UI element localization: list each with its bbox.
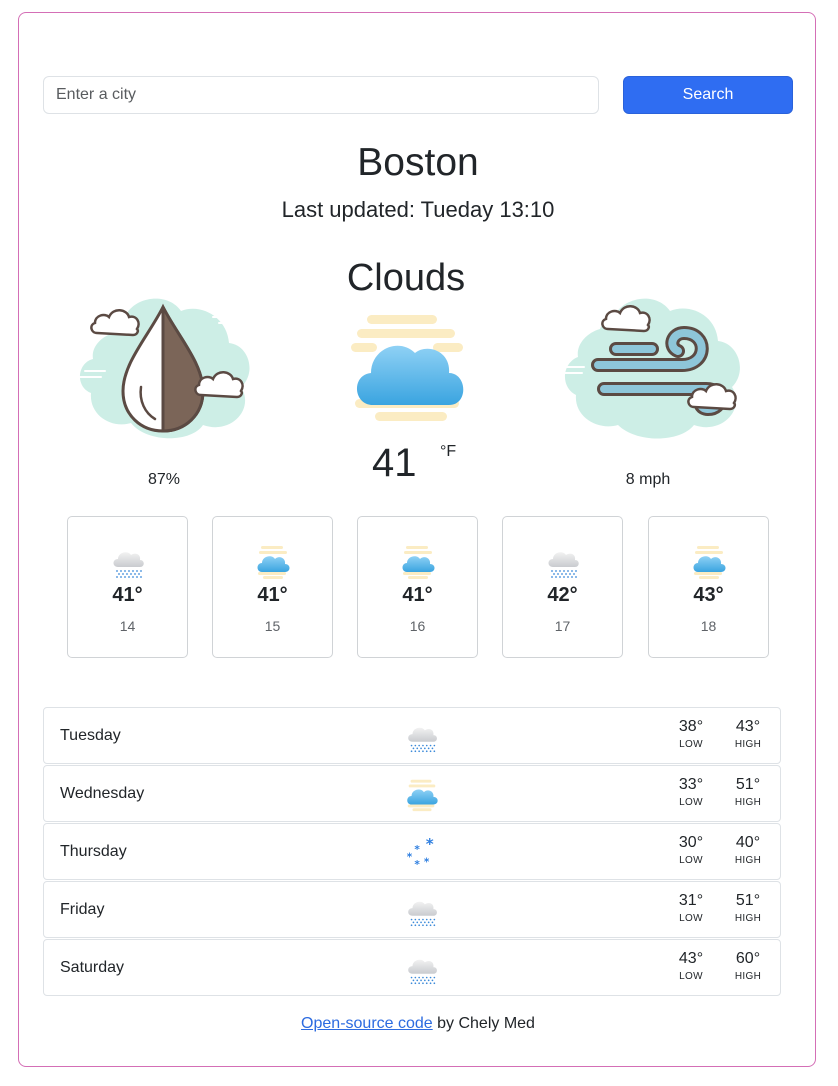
high-temp: 43° HIGH (734, 718, 762, 750)
clouds-icon (253, 542, 293, 582)
temperature-unit[interactable]: °F (440, 443, 456, 461)
last-updated: Last updated: Tueday 13:10 (281, 197, 555, 222)
wind-speed-value: 8 mph (625, 471, 671, 488)
rain-icon (403, 718, 441, 756)
weather-app: Search Boston Last updated: Tueday 13:10… (18, 12, 816, 1067)
footer: Open-source code by Chely Med (19, 1015, 817, 1033)
hourly-temp: 42° (547, 584, 578, 606)
low-temp: 30° LOW (678, 834, 704, 866)
high-temp: 51° HIGH (734, 892, 762, 924)
daily-row: Tuesday 38° LOW 43° HIGH (43, 707, 781, 764)
rain-icon (543, 542, 583, 582)
humidity-drop-icon (78, 298, 250, 439)
humidity-value: 87% (147, 471, 181, 488)
rain-icon (403, 892, 441, 930)
day-name: Thursday (60, 843, 127, 860)
search-form: Search (43, 76, 795, 114)
rain-icon (108, 542, 148, 582)
low-temp: 38° LOW (678, 718, 704, 750)
hourly-temp: 41° (112, 584, 143, 606)
high-temp: 51° HIGH (734, 776, 762, 808)
clouds-icon (403, 776, 441, 814)
daily-row: Saturday 43° LOW 60° HIGH (43, 939, 781, 996)
clouds-icon (351, 315, 464, 421)
clouds-icon (398, 542, 438, 582)
hourly-card: 41° 15 (212, 516, 333, 658)
day-name: Friday (60, 901, 105, 918)
hourly-temp: 41° (257, 584, 288, 606)
rain-icon (403, 950, 441, 988)
hourly-hour: 16 (409, 618, 426, 634)
clouds-icon (689, 542, 729, 582)
low-temp: 31° LOW (678, 892, 704, 924)
hourly-card: 42° 17 (502, 516, 623, 658)
daily-row: Friday 31° LOW 51° HIGH (43, 881, 781, 938)
daily-row: Wednesday 33° LOW 51° HIGH (43, 765, 781, 822)
day-name: Wednesday (60, 785, 145, 802)
hourly-hour: 18 (700, 618, 717, 634)
temperature-value: 41 (372, 441, 417, 485)
hourly-forecast: 41° 14 41° 15 41° 16 42° 17 43° 18 (67, 516, 771, 660)
high-temp: 60° HIGH (734, 950, 762, 982)
low-temp: 33° LOW (678, 776, 704, 808)
weather-description: Clouds (346, 257, 466, 299)
hourly-card: 41° 16 (357, 516, 478, 658)
city-search-input[interactable] (43, 76, 599, 114)
hourly-hour: 14 (119, 618, 136, 634)
city-name: Boston (357, 141, 479, 184)
wind-icon (559, 298, 740, 439)
hourly-hour: 17 (554, 618, 571, 634)
hourly-card: 43° 18 (648, 516, 769, 658)
high-temp: 40° HIGH (734, 834, 762, 866)
footer-credit: by Chely Med (432, 1015, 535, 1032)
day-name: Saturday (60, 959, 125, 976)
search-button[interactable]: Search (623, 76, 793, 114)
day-name: Tuesday (60, 727, 121, 744)
current-temperature: 41 °F (354, 437, 474, 497)
low-temp: 43° LOW (678, 950, 704, 982)
open-source-code-link[interactable]: Open-source code (301, 1015, 433, 1032)
daily-row: Thursday 30° LOW 40° HIGH (43, 823, 781, 880)
hourly-card: 41° 14 (67, 516, 188, 658)
hourly-temp: 41° (402, 584, 433, 606)
snow-icon (403, 834, 441, 872)
hourly-temp: 43° (693, 584, 724, 606)
hourly-hour: 15 (264, 618, 281, 634)
